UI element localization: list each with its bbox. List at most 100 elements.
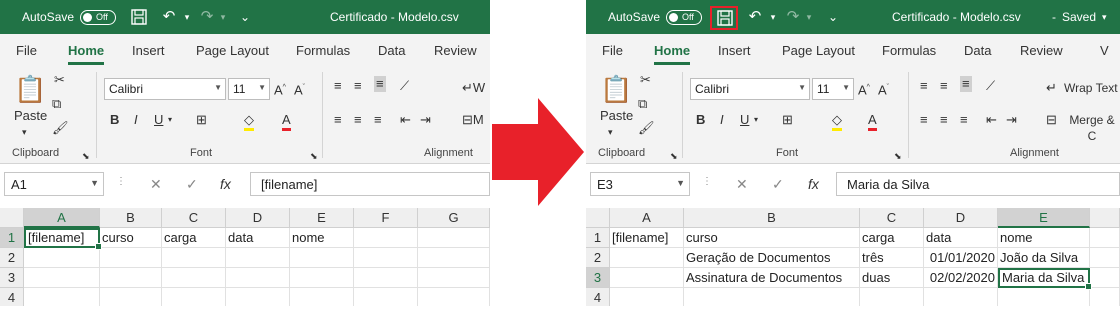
- decrease-indent-icon[interactable]: ⇤: [986, 112, 997, 128]
- font-launcher-icon[interactable]: ⬊: [894, 148, 902, 164]
- increase-indent-icon[interactable]: ⇥: [1006, 112, 1017, 128]
- orientation-icon[interactable]: ⟋: [400, 78, 409, 94]
- column-header[interactable]: G: [418, 208, 490, 228]
- row-header[interactable]: 3: [0, 268, 24, 288]
- cell-a3[interactable]: [610, 268, 684, 288]
- cell-c3[interactable]: [162, 268, 226, 288]
- font-size-select[interactable]: 11 ▼: [228, 78, 270, 100]
- format-painter-icon[interactable]: 🖌: [52, 120, 69, 136]
- undo-icon[interactable]: ↶: [160, 8, 178, 26]
- cell-a4[interactable]: [610, 288, 684, 306]
- align-left-icon[interactable]: ≡: [920, 112, 928, 128]
- italic-icon[interactable]: I: [720, 112, 724, 128]
- cell-d1[interactable]: data: [226, 228, 290, 248]
- tab-home[interactable]: Home: [68, 43, 105, 65]
- column-header[interactable]: E: [998, 208, 1090, 228]
- undo-icon[interactable]: ↶: [746, 8, 764, 26]
- cell-b1[interactable]: curso: [684, 228, 860, 248]
- row-header[interactable]: 2: [0, 248, 24, 268]
- column-header[interactable]: A: [610, 208, 684, 228]
- increase-font-icon[interactable]: A^: [274, 80, 286, 98]
- column-header[interactable]: F: [354, 208, 418, 228]
- row-header[interactable]: 4: [0, 288, 24, 306]
- paste-dropdown-icon[interactable]: ▾: [22, 124, 27, 140]
- cell-g2[interactable]: [418, 248, 490, 268]
- tab-file[interactable]: File: [16, 43, 37, 58]
- cancel-icon[interactable]: ✕: [150, 176, 162, 193]
- tab-home[interactable]: Home: [654, 43, 691, 65]
- tab-page-layout[interactable]: Page Layout: [196, 43, 269, 58]
- font-launcher-icon[interactable]: ⬊: [310, 148, 318, 164]
- paste-icon[interactable]: 📋: [14, 72, 46, 106]
- row-header[interactable]: 1: [586, 228, 610, 248]
- column-header[interactable]: B: [100, 208, 162, 228]
- align-middle-icon[interactable]: ≡: [354, 78, 362, 94]
- saved-dropdown-icon[interactable]: ▾: [1102, 12, 1107, 23]
- align-bottom-icon[interactable]: ≡: [960, 76, 972, 92]
- formula-input[interactable]: [filename]: [250, 172, 490, 196]
- cell-b2[interactable]: [100, 248, 162, 268]
- tab-data[interactable]: Data: [378, 43, 405, 58]
- increase-indent-icon[interactable]: ⇥: [420, 112, 431, 128]
- tab-view[interactable]: V: [1100, 43, 1109, 58]
- cell-e2[interactable]: [290, 248, 354, 268]
- select-all-corner[interactable]: [0, 208, 24, 228]
- wrap-text-icon[interactable]: ↵: [1046, 80, 1057, 96]
- cut-icon[interactable]: ✂: [54, 72, 65, 88]
- merge-icon[interactable]: ⊟: [1046, 112, 1057, 128]
- cell-f2[interactable]: [354, 248, 418, 268]
- align-top-icon[interactable]: ≡: [920, 78, 928, 94]
- font-name-select[interactable]: Calibri ▼: [690, 78, 810, 100]
- tab-file[interactable]: File: [602, 43, 623, 58]
- increase-font-icon[interactable]: A^: [858, 80, 870, 98]
- font-color-icon[interactable]: A: [868, 112, 877, 131]
- cell-c4[interactable]: [162, 288, 226, 306]
- underline-icon[interactable]: U: [154, 112, 163, 128]
- cell-b2[interactable]: Geração de Documentos: [684, 248, 860, 268]
- row-header[interactable]: 2: [586, 248, 610, 268]
- insert-function-icon[interactable]: fx: [220, 176, 231, 192]
- cell-d3[interactable]: [226, 268, 290, 288]
- column-header[interactable]: [1090, 208, 1120, 228]
- cell-g4[interactable]: [418, 288, 490, 306]
- cell-a1[interactable]: [filename]: [24, 228, 102, 250]
- cell-c2[interactable]: [162, 248, 226, 268]
- customize-toolbar-icon[interactable]: ⌄: [236, 8, 254, 26]
- fill-color-icon[interactable]: ◇: [244, 112, 254, 131]
- paste-icon[interactable]: 📋: [600, 72, 632, 106]
- row-header[interactable]: 1: [0, 228, 24, 248]
- row-header[interactable]: 3: [586, 268, 610, 288]
- bold-icon[interactable]: B: [696, 112, 705, 128]
- paste-label[interactable]: Paste: [14, 108, 47, 124]
- tab-insert[interactable]: Insert: [718, 43, 751, 58]
- column-header[interactable]: A: [24, 208, 100, 228]
- autosave-toggle[interactable]: Off: [80, 10, 116, 25]
- tab-data[interactable]: Data: [964, 43, 991, 58]
- merge-button[interactable]: Merge & C: [1064, 112, 1120, 144]
- wrap-text-button[interactable]: Wrap Text: [1064, 80, 1118, 96]
- borders-icon[interactable]: ⊞: [782, 112, 793, 128]
- paste-label[interactable]: Paste: [600, 108, 633, 124]
- cell-e1[interactable]: nome: [290, 228, 354, 248]
- cell-b4[interactable]: [684, 288, 860, 306]
- cell-f1[interactable]: [354, 228, 418, 248]
- copy-icon[interactable]: ⧉: [52, 96, 61, 112]
- cell-f3[interactable]: [354, 268, 418, 288]
- cell-d3[interactable]: 02/02/2020: [924, 268, 998, 288]
- tab-review[interactable]: Review: [434, 43, 477, 58]
- fill-color-icon[interactable]: ◇: [832, 112, 842, 131]
- cell-e4[interactable]: [290, 288, 354, 306]
- cell-f4[interactable]: [1090, 288, 1120, 306]
- cell-d4[interactable]: [226, 288, 290, 306]
- italic-icon[interactable]: I: [134, 112, 138, 128]
- cell-b1[interactable]: curso: [100, 228, 162, 248]
- column-header[interactable]: B: [684, 208, 860, 228]
- decrease-font-icon[interactable]: Aˇ: [878, 80, 889, 98]
- cell-f3[interactable]: [1090, 268, 1120, 288]
- cell-a1[interactable]: [filename]: [610, 228, 684, 248]
- save-icon[interactable]: [130, 8, 148, 26]
- select-all-corner[interactable]: [586, 208, 610, 228]
- cell-a2[interactable]: [24, 248, 100, 268]
- align-top-icon[interactable]: ≡: [334, 78, 342, 94]
- decrease-indent-icon[interactable]: ⇤: [400, 112, 411, 128]
